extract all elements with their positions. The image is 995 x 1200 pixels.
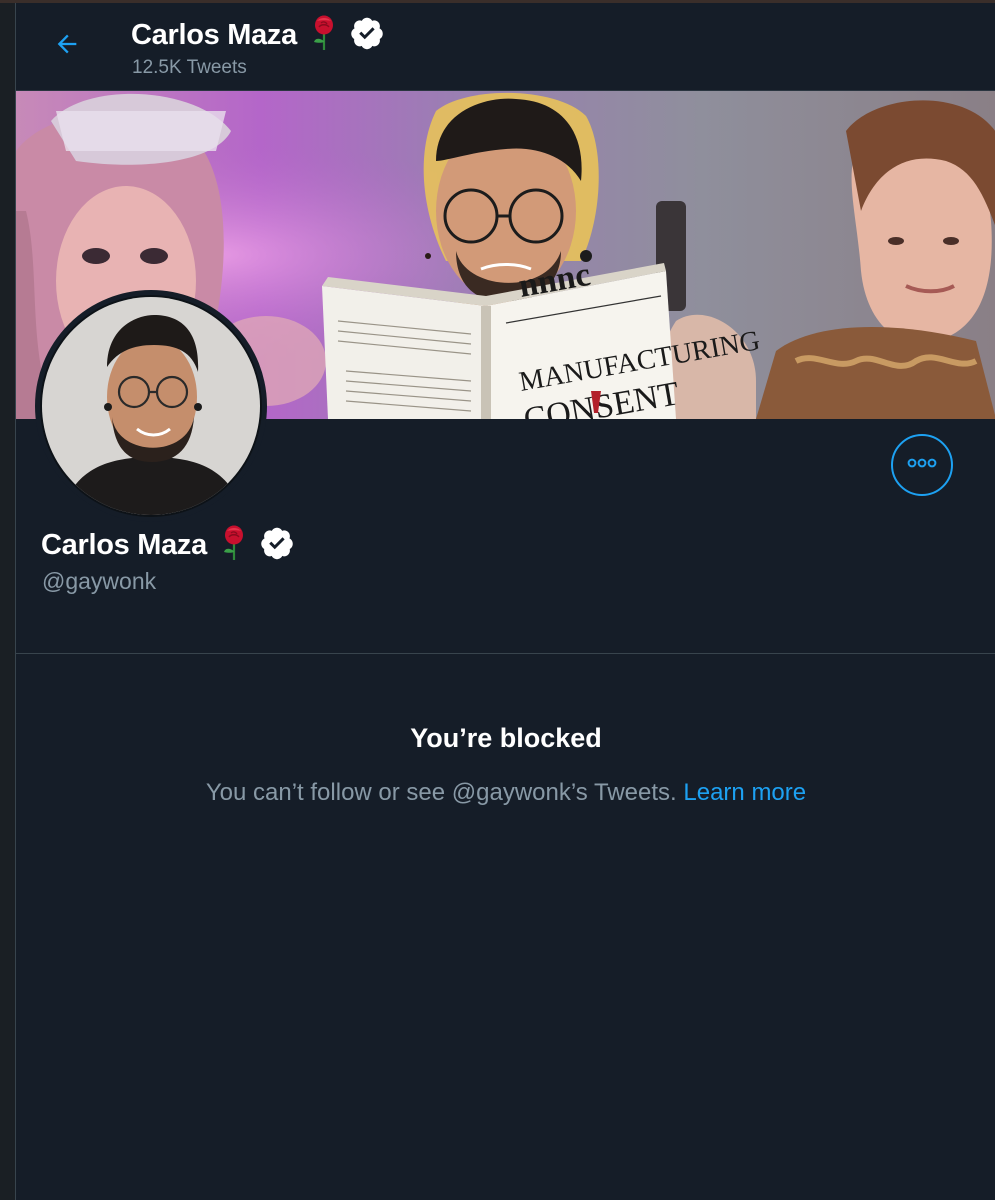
blocked-message: You can’t follow or see @gaywonk’s Tweet… <box>205 779 677 806</box>
back-button[interactable] <box>46 25 88 67</box>
profile-column: Carlos Maza 12.5K Tweets nnnc MANUFACTUR… <box>15 3 995 1200</box>
learn-more-link[interactable]: Learn more <box>683 779 806 806</box>
profile-header: Carlos Maza 12.5K Tweets <box>16 3 995 90</box>
more-options-button[interactable] <box>891 434 953 496</box>
profile-handle: @gaywonk <box>42 568 157 594</box>
avatar[interactable] <box>35 290 267 522</box>
profile-name: Carlos Maza <box>41 529 207 561</box>
blocked-message-row: You can’t follow or see @gaywonk’s Tweet… <box>16 779 995 807</box>
header-title: Carlos Maza <box>131 19 297 51</box>
header-name-row: Carlos Maza <box>131 15 385 56</box>
verified-badge-icon <box>349 15 385 56</box>
blocked-title: You’re blocked <box>410 723 602 753</box>
arrow-left-icon <box>53 30 81 63</box>
tweet-count: 12.5K Tweets <box>132 57 247 78</box>
verified-badge-icon <box>259 525 295 566</box>
profile-name-row: Carlos Maza <box>41 525 295 566</box>
more-options-icon <box>905 456 939 474</box>
section-divider <box>16 653 995 654</box>
rose-icon <box>221 525 247 566</box>
rose-icon <box>311 15 337 56</box>
